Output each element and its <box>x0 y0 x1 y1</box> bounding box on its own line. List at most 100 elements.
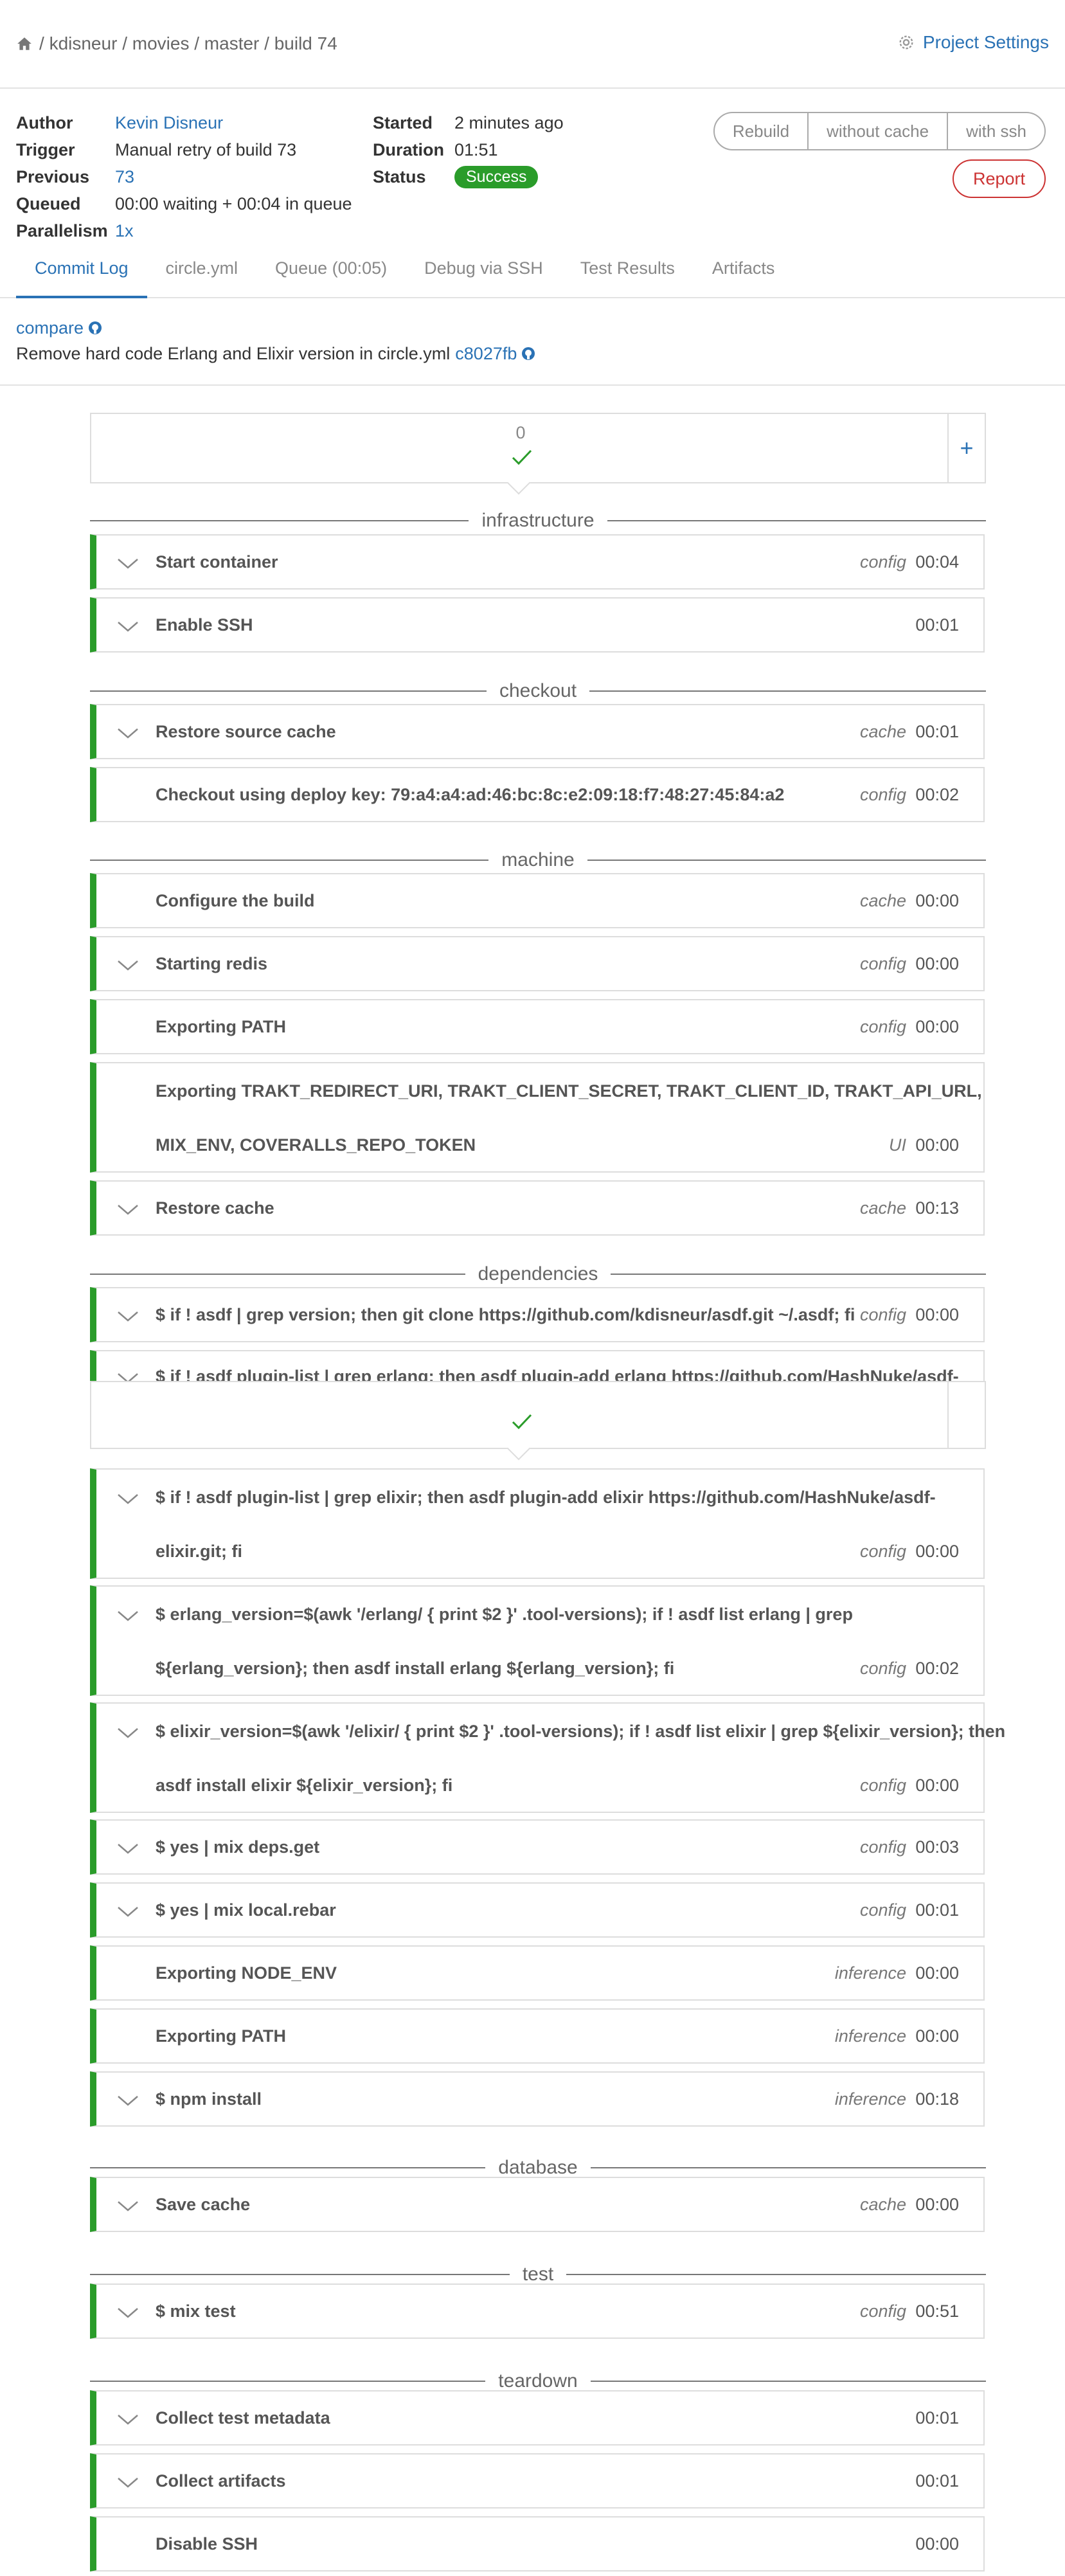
build-step[interactable]: Checkout using deploy key: 79:a4:a4:ad:4… <box>90 767 985 822</box>
container-number[interactable]: 0 <box>91 423 950 443</box>
build-step[interactable]: Disable SSH 00:00 <box>90 2516 985 2571</box>
step-duration: 00:01 <box>915 615 959 635</box>
build-step[interactable]: $ if ! asdf | grep version; then git clo… <box>90 1287 985 1342</box>
section-name: infrastructure <box>481 510 595 531</box>
build-step[interactable]: $ if ! asdf plugin-list | grep elixir; t… <box>90 1468 985 1579</box>
step-title: Collect test metadata <box>156 2408 330 2427</box>
compare-label: compare <box>16 318 84 338</box>
chevron-down-icon[interactable] <box>117 2200 139 2213</box>
chevron-down-icon[interactable] <box>117 2094 139 2107</box>
tab-commit-log[interactable]: Commit Log <box>16 251 147 298</box>
rebuild-with-ssh-button[interactable]: with ssh <box>948 112 1046 150</box>
chevron-down-icon[interactable] <box>117 727 139 740</box>
tab-debug-ssh[interactable]: Debug via SSH <box>406 251 562 298</box>
chevron-down-icon[interactable] <box>117 2476 139 2489</box>
build-step[interactable]: Save cache cache 00:00 <box>90 2177 985 2232</box>
chevron-down-icon[interactable] <box>117 1310 139 1323</box>
build-step[interactable]: Enable SSH 00:01 <box>90 597 985 653</box>
build-step[interactable]: Configure the build cache 00:00 <box>90 873 985 928</box>
commit-sha-link[interactable]: c8027fb <box>455 344 517 364</box>
build-step[interactable]: Collect test metadata 00:01 <box>90 2390 985 2445</box>
chevron-down-icon[interactable] <box>117 1203 139 1216</box>
github-icon[interactable] <box>521 346 536 361</box>
tab-artifacts[interactable]: Artifacts <box>694 251 794 298</box>
build-step[interactable]: Restore cache cache 00:13 <box>90 1180 985 1236</box>
step-duration: 00:00 <box>915 1776 959 1795</box>
section-header-infrastructure: infrastructure <box>90 508 987 534</box>
step-title: $ mix test <box>156 2301 236 2321</box>
expand-containers-button[interactable]: + <box>947 414 985 482</box>
build-step[interactable]: $ mix test config 00:51 <box>90 2283 985 2339</box>
chevron-down-icon[interactable] <box>117 959 139 972</box>
tab-test-results[interactable]: Test Results <box>562 251 694 298</box>
step-title: Checkout using deploy key: 79:a4:a4:ad:4… <box>156 785 785 804</box>
build-step[interactable]: Exporting NODE_ENV inference 00:00 <box>90 1945 985 2001</box>
container-selector: 0 + <box>90 413 986 495</box>
section-rule <box>611 1274 987 1275</box>
step-title: Configure the build <box>156 891 315 910</box>
report-button[interactable]: Report <box>952 159 1046 198</box>
step-duration: 00:03 <box>915 1837 959 1857</box>
gear-icon <box>899 35 913 50</box>
build-step[interactable]: Exporting PATH inference 00:00 <box>90 2008 985 2064</box>
build-tabs: Commit Log circle.yml Queue (00:05) Debu… <box>0 251 1065 298</box>
build-step[interactable]: $ yes | mix deps.get config 00:03 <box>90 1819 985 1875</box>
step-title: Collect artifacts <box>156 2471 286 2490</box>
chevron-down-icon[interactable] <box>117 1610 139 1623</box>
parallelism-link[interactable]: 1x <box>115 221 134 241</box>
trigger-label: Trigger <box>16 140 75 159</box>
rebuild-without-cache-button[interactable]: without cache <box>809 112 949 150</box>
step-title: Exporting NODE_ENV <box>156 1963 337 1983</box>
project-settings-link[interactable]: Project Settings <box>897 32 1049 53</box>
breadcrumb-project[interactable]: movies <box>132 33 190 54</box>
step-duration: 00:00 <box>915 1017 959 1036</box>
chevron-down-icon[interactable] <box>117 2413 139 2426</box>
build-step[interactable]: Start container config 00:04 <box>90 534 985 590</box>
step-source: config <box>859 1659 906 1678</box>
section-header-machine: machine <box>90 847 986 873</box>
chevron-down-icon[interactable] <box>117 1842 139 1855</box>
build-step[interactable]: Exporting TRAKT_REDIRECT_URI, TRAKT_CLIE… <box>90 1062 985 1173</box>
breadcrumb-user[interactable]: kdisneur <box>49 33 118 54</box>
build-step[interactable]: $ yes | mix local.rebar config 00:01 <box>90 1882 985 1938</box>
previous-build-link[interactable]: 73 <box>115 167 134 187</box>
build-step[interactable]: $ elixir_version=$(awk '/elixir/ { print… <box>90 1702 1005 1813</box>
rebuild-button[interactable]: Rebuild <box>713 112 809 150</box>
build-step[interactable]: Restore source cache cache 00:01 <box>90 704 985 759</box>
step-title-continued: asdf install elixir ${elixir_version}; f… <box>156 1776 453 1795</box>
step-source: config <box>859 954 906 973</box>
build-step[interactable]: $ npm install inference 00:18 <box>90 2071 985 2127</box>
step-title: $ if ! asdf | grep version; then git clo… <box>156 1305 855 1324</box>
step-duration: 00:00 <box>915 1542 959 1561</box>
section-rule <box>90 2274 510 2275</box>
section-rule <box>90 2167 486 2168</box>
top-bar: / kdisneur / movies / master / build 74 … <box>0 0 1065 89</box>
breadcrumb-branch[interactable]: master <box>204 33 260 54</box>
build-step[interactable]: Collect artifacts 00:01 <box>90 2453 985 2508</box>
step-source: config <box>859 1776 906 1795</box>
chevron-down-icon[interactable] <box>117 1493 139 1506</box>
chevron-down-icon[interactable] <box>117 1905 139 1918</box>
step-title: Disable SSH <box>156 2534 258 2553</box>
chevron-down-icon[interactable] <box>117 2307 139 2319</box>
step-duration: 00:00 <box>915 2195 959 2214</box>
expand-containers-button[interactable] <box>947 1382 985 1448</box>
step-source: inference <box>834 1963 906 1983</box>
section-rule <box>589 690 987 692</box>
author-link[interactable]: Kevin Disneur <box>115 113 223 133</box>
compare-link[interactable]: compare <box>16 315 536 341</box>
step-title: $ elixir_version=$(awk '/elixir/ { print… <box>156 1722 1006 1741</box>
chevron-down-icon[interactable] <box>117 1727 139 1740</box>
build-step[interactable]: Exporting PATH config 00:00 <box>90 999 985 1054</box>
step-duration: 00:01 <box>915 2408 959 2427</box>
chevron-down-icon[interactable] <box>117 557 139 570</box>
tab-queue[interactable]: Queue (00:05) <box>256 251 406 298</box>
container-selector-sticky <box>90 1381 986 1461</box>
started-value: 2 minutes ago <box>454 113 564 132</box>
step-duration: 00:18 <box>915 2089 959 2109</box>
tab-circle-yml[interactable]: circle.yml <box>147 251 257 298</box>
chevron-down-icon[interactable] <box>117 620 139 633</box>
home-icon[interactable] <box>16 35 33 52</box>
build-step[interactable]: $ erlang_version=$(awk '/erlang/ { print… <box>90 1585 985 1696</box>
build-step[interactable]: Starting redis config 00:00 <box>90 936 985 991</box>
